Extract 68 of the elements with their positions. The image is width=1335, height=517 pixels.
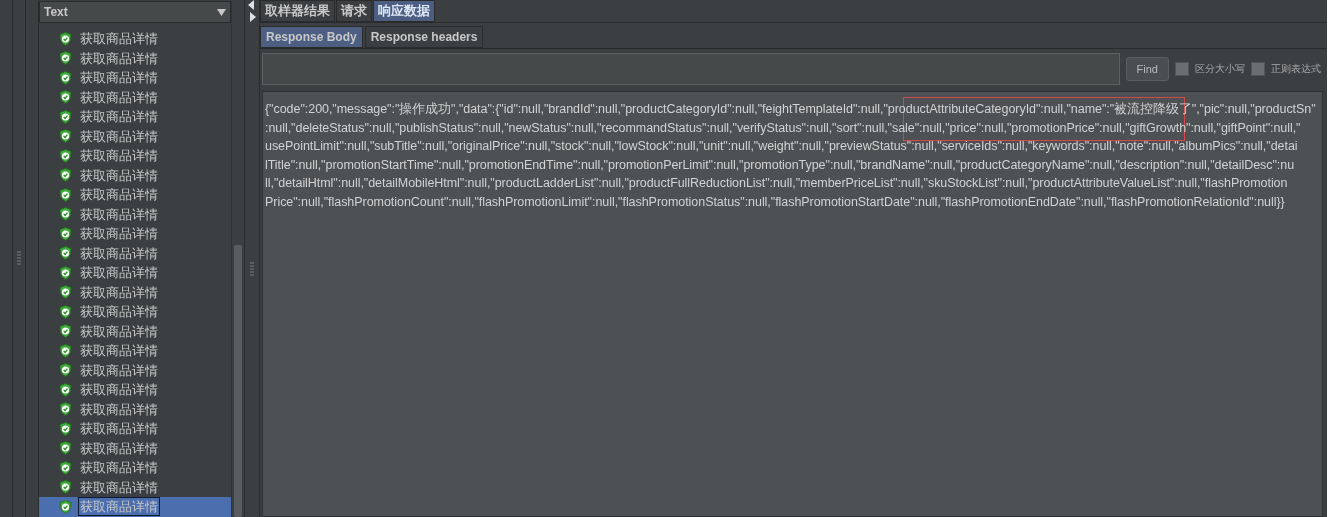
tree-item[interactable]: 获取商品详情 [39, 224, 231, 244]
tab[interactable]: Response Body [260, 26, 363, 48]
response-text-line: usePointLimit":null,"subTitle":null,"originalPrice":null,"stock":null,"lowStock":null,"unit":null,"weight":null,"previewStatus":null,"serviceIds":null,"keywords":null,"note":null,"albumPics":null,"detai [265, 138, 1298, 155]
checkbox-label: 区分大小写 [1195, 62, 1245, 76]
shield-check-icon [59, 51, 72, 66]
shield-check-icon [59, 31, 72, 46]
checkbox[interactable] [1251, 62, 1265, 76]
shield-check-icon [59, 363, 72, 378]
shield-check-icon [59, 441, 72, 456]
filter-dropdown[interactable]: Text [39, 1, 231, 23]
shield-check-icon [59, 460, 72, 475]
tree-item[interactable]: 获取商品详情 [39, 126, 231, 146]
shield-check-icon [59, 421, 72, 436]
tree-item[interactable]: 获取商品详情 [39, 399, 231, 419]
search-field[interactable] [262, 53, 1120, 85]
checkbox[interactable] [1175, 62, 1189, 76]
shield-check-icon [59, 90, 72, 105]
tree-item[interactable]: 获取商品详情 [39, 29, 231, 49]
response-text-line: Price":null,"flashPromotionCount":null,"flashPromotionLimit":null,"flashPromotionStatus":null,"flashPromotionStartDate":null,"flashPromotionEndDate":null,"flashPromotionRelationId":null}} [265, 193, 1285, 211]
tab[interactable]: 响应数据 [373, 0, 435, 22]
shield-check-icon [59, 382, 72, 397]
tree-item[interactable]: 获取商品详情 [39, 302, 231, 322]
tab[interactable]: Response headers [364, 26, 484, 48]
caret-icon [217, 8, 226, 16]
tree-item[interactable]: 获取商品详情 [39, 107, 231, 127]
shield-check-icon [59, 109, 72, 124]
shield-check-icon [59, 499, 72, 514]
find-button[interactable]: Find [1125, 57, 1169, 81]
tree-item[interactable]: 获取商品详情 [39, 185, 231, 205]
shield-check-icon [59, 226, 72, 241]
shield-check-icon [59, 304, 72, 319]
shield-check-icon [59, 129, 72, 144]
shield-check-icon [59, 324, 72, 339]
response-text-line: lTitle":null,"promotionStartTime":null,"promotionEndTime":null,"promotionPerLimit":null,"promotionType":null,"brandName":null,"productCategoryName":null,"description":null,"detailDesc":nu [265, 156, 1295, 174]
shield-check-icon [59, 265, 72, 280]
tree-item[interactable]: 获取商品详情 [39, 419, 231, 439]
tree-item[interactable]: 获取商品详情 [39, 87, 231, 107]
collapse-arrows-icon[interactable] [248, 0, 256, 22]
tree-item[interactable]: 获取商品详情 [39, 282, 231, 302]
shield-check-icon [59, 246, 72, 261]
shield-check-icon [59, 187, 72, 202]
shield-check-icon [59, 402, 72, 417]
shield-check-icon [59, 70, 72, 85]
tree-item[interactable]: 获取商品详情 [39, 165, 231, 185]
shield-check-icon [59, 285, 72, 300]
response-text-line: ll,"detailHtml":null,"detailMobileHtml":null,"productLadderList":null,"productFullReductionList":null,"memberPriceList":null,"skuStockList":null,"productAttributeValueList":null,"flashPromotion [265, 175, 1288, 192]
shield-check-icon [59, 207, 72, 222]
tree-item[interactable]: 获取商品详情 [39, 380, 231, 400]
tree-item[interactable]: 获取商品详情 [39, 68, 231, 88]
tree-item[interactable]: 获取商品详情 [39, 48, 231, 68]
tree-item[interactable]: 获取商品详情 [39, 243, 231, 263]
tree-item[interactable]: 获取商品详情 [39, 477, 231, 497]
shield-check-icon [59, 148, 72, 163]
shield-check-icon [59, 480, 72, 495]
tree-item[interactable]: 获取商品详情 [39, 341, 231, 361]
tree-item[interactable]: 获取商品详情 [39, 360, 231, 380]
tree-item[interactable]: 获取商品详情 [39, 438, 231, 458]
tab[interactable]: 请求 [336, 0, 372, 22]
shield-check-icon [59, 343, 72, 358]
tree-item[interactable]: 获取商品详情 [39, 146, 231, 166]
tab[interactable]: 取样器结果 [260, 0, 335, 22]
shield-check-icon [59, 168, 72, 183]
tree-item[interactable]: 获取商品详情 [39, 263, 231, 283]
checkbox-label: 正则表达式 [1271, 62, 1321, 76]
tree-item[interactable]: 获取商品详情 [39, 321, 231, 341]
tree-item[interactable]: 获取商品详情 [39, 204, 231, 224]
scrollbar-thumb[interactable] [234, 244, 242, 517]
tree-item[interactable]: 获取商品详情 [39, 458, 231, 478]
